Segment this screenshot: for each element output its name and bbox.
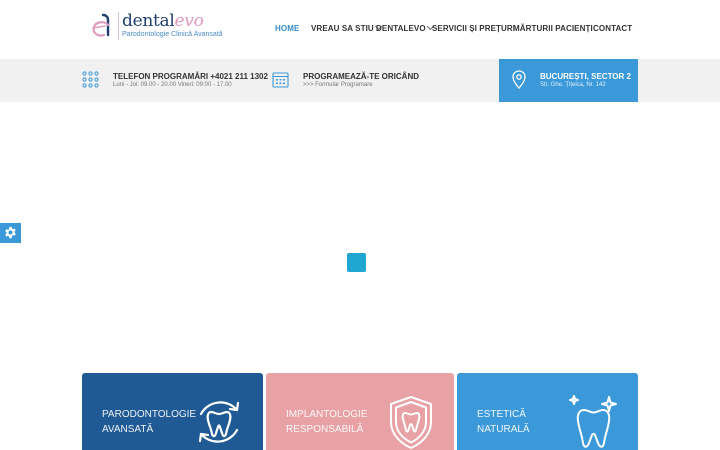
card-parodontologie[interactable]: PARODONTOLOGIE AVANSATĂ: [82, 373, 263, 450]
nav-item-label: CONTACT: [593, 24, 633, 33]
location-title: BUCUREȘTI, SECTOR 2: [540, 72, 631, 81]
nav-item-label: HOME: [275, 24, 300, 33]
nav-item-servicii-preturi[interactable]: SERVICII ȘI PREȚURI: [432, 24, 515, 33]
logo-wordmark-dental: dental: [122, 11, 175, 31]
card-implantologie[interactable]: IMPLANTOLOGIE RESPONSABILĂ: [266, 373, 454, 450]
calendar-icon: [272, 72, 289, 88]
location-box[interactable]: BUCUREȘTI, SECTOR 2 Str. Ghe. Țițeica, N…: [499, 59, 638, 102]
card-label: PARODONTOLOGIE AVANSATĂ: [102, 407, 196, 437]
nav-item-dentalevo[interactable]: DENTALEVO: [376, 22, 434, 33]
card-label-line: IMPLANTOLOGIE: [286, 409, 368, 420]
map-pin-icon: [512, 70, 526, 89]
nav-item-vreau-sa-stiu[interactable]: VREAU SA STIU: [311, 22, 382, 33]
tooth-cycle-icon: [198, 401, 240, 443]
info-bar: TELEFON PROGRAMĂRI +4021 211 1302 Luni -…: [0, 59, 720, 102]
card-label-line: NATURALĂ: [477, 424, 530, 435]
site-header: dentalevo Parodontologie Clinică Avansat…: [0, 0, 720, 59]
phone-keypad-icon: [82, 71, 99, 88]
logo-tagline: Parodontologie Clinică Avansată: [122, 31, 223, 38]
nav-item-label: SERVICII ȘI PREȚURI: [432, 24, 516, 33]
location-address: Str. Ghe. Țițeica, Nr. 142: [540, 82, 606, 88]
gear-icon: [5, 226, 16, 239]
tooth-shield-icon: [390, 396, 432, 449]
logo-divider: [118, 12, 119, 40]
phone-title[interactable]: TELEFON PROGRAMĂRI +4021 211 1302: [113, 72, 268, 81]
card-label: ESTETICĂ NATURALĂ: [477, 407, 530, 437]
card-label-line: PARODONTOLOGIE: [102, 409, 197, 420]
card-label: IMPLANTOLOGIE RESPONSABILĂ: [286, 407, 368, 437]
logo-mark-icon: [92, 13, 110, 37]
site-logo[interactable]: dentalevo Parodontologie Clinică Avansat…: [88, 10, 223, 46]
card-estetica[interactable]: ESTETICĂ NATURALĂ: [457, 373, 638, 450]
logo-wordmark: dentalevo: [122, 11, 204, 31]
logo-wordmark-evo: evo: [174, 11, 204, 31]
nav-item-contact[interactable]: CONTACT: [593, 24, 632, 33]
nav-item-marturii-pacienti[interactable]: MĂRTURII PACIENȚI: [513, 24, 593, 33]
page-loader: [347, 253, 366, 272]
nav-item-home[interactable]: HOME: [275, 24, 299, 33]
card-label-line: RESPONSABILĂ: [286, 424, 364, 435]
card-label-line: AVANSATĂ: [102, 424, 154, 435]
booking-form-link[interactable]: >>> Formular Programare: [303, 82, 373, 88]
nav-item-label: VREAU SA STIU: [311, 24, 374, 33]
sparkling-tooth-icon: [569, 395, 617, 448]
booking-title: PROGRAMEAZĂ-TE ORICÂND: [303, 72, 419, 81]
card-label-line: ESTETICĂ: [477, 409, 526, 420]
opening-hours: Luni - Joi: 09.00 - 20.00 Vineri: 09:00 …: [113, 82, 232, 88]
settings-toggle[interactable]: [0, 223, 21, 243]
nav-item-label: MĂRTURII PACIENȚI: [513, 24, 593, 33]
nav-item-label: DENTALEVO: [376, 24, 426, 33]
